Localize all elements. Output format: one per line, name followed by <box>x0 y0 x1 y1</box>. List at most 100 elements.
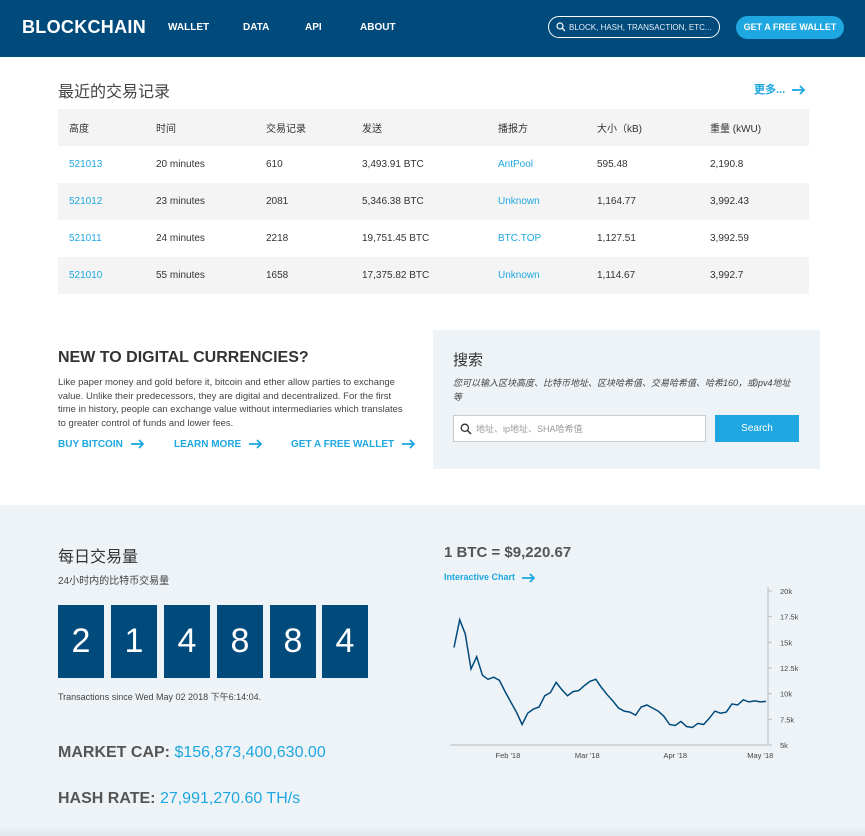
counter-digit: 8 <box>270 605 316 678</box>
block-time: 23 minutes <box>145 183 255 220</box>
col-relayed-by: 播报方 <box>487 109 586 146</box>
nav-api[interactable]: API <box>305 22 322 33</box>
search-icon <box>460 423 472 435</box>
col-height: 高度 <box>58 109 145 146</box>
nav-search-input[interactable] <box>569 20 714 34</box>
counter-digit: 4 <box>322 605 368 678</box>
arrow-right-icon <box>521 572 535 583</box>
get-free-wallet-link[interactable]: GET A FREE WALLET <box>291 439 416 450</box>
search-panel-description: 您可以输入区块高度、比特币地址、区块哈希值、交易哈希值、哈希160，或ipv4地… <box>453 378 791 402</box>
footer-edge <box>0 826 865 836</box>
search-input[interactable] <box>476 421 701 436</box>
x-tick-label: May '18 <box>747 751 773 760</box>
block-tx-count: 1658 <box>255 257 351 294</box>
market-cap: MARKET CAP: $156,873,400,630.00 <box>58 744 326 762</box>
table-row: 521011 24 minutes 2218 19,751.45 BTC BTC… <box>58 220 809 257</box>
block-weight: 3,992.43 <box>699 183 809 220</box>
recent-blocks-title: 最近的交易记录 <box>58 84 171 101</box>
counter-digit: 4 <box>164 605 210 678</box>
col-sent: 发送 <box>351 109 487 146</box>
block-time: 55 minutes <box>145 257 255 294</box>
nav-search-box[interactable] <box>548 16 720 38</box>
block-relayed-by-link[interactable]: Unknown <box>487 183 586 220</box>
y-tick-label: 10k <box>780 690 792 699</box>
intro-title: NEW TO DIGITAL CURRENCIES? <box>58 349 309 366</box>
search-field[interactable] <box>453 415 706 442</box>
arrow-right-icon <box>401 439 416 449</box>
blockchain-logo[interactable]: BLOCKCHAIN <box>22 17 146 38</box>
nav-wallet[interactable]: WALLET <box>168 22 209 33</box>
nav-data[interactable]: DATA <box>243 22 269 33</box>
table-header-row: 高度 时间 交易记录 发送 播报方 大小（kB) 重量 (kWU) <box>58 109 809 146</box>
col-size: 大小（kB) <box>586 109 699 146</box>
block-size: 595.48 <box>597 159 628 170</box>
price-series-line <box>453 617 767 729</box>
arrow-right-icon <box>249 439 263 449</box>
block-weight: 2,190.8 <box>710 159 744 170</box>
y-tick-label: 17.5k <box>780 613 799 622</box>
y-tick-label: 7.5k <box>780 715 794 724</box>
block-size: 1,114.67 <box>586 257 699 294</box>
col-weight: 重量 (kWU) <box>699 109 809 146</box>
block-sent: 19,751.45 BTC <box>362 233 430 244</box>
table-row: 521013 20 minutes 610 3,493.91 BTC AntPo… <box>58 146 809 183</box>
col-transactions: 交易记录 <box>255 109 351 146</box>
x-tick-label: Feb '18 <box>495 751 520 760</box>
hash-rate-label: HASH RATE: <box>58 790 156 807</box>
block-height-link[interactable]: 521010 <box>58 257 145 294</box>
y-tick-label: 20k <box>780 587 792 596</box>
block-tx-count: 2218 <box>266 233 289 244</box>
block-height-link[interactable]: 521012 <box>58 183 145 220</box>
counter-digit: 1 <box>111 605 157 678</box>
learn-more-link[interactable]: LEARN MORE <box>174 439 263 450</box>
search-panel-title: 搜索 <box>453 352 484 369</box>
block-time: 24 minutes <box>156 233 205 244</box>
y-tick-label: 12.5k <box>780 664 799 673</box>
block-tx-count: 610 <box>266 159 283 170</box>
counter-digit: 8 <box>217 605 263 678</box>
block-tx-count: 2081 <box>255 183 351 220</box>
table-row: 521012 23 minutes 2081 5,346.38 BTC Unkn… <box>58 183 809 220</box>
block-height-link[interactable]: 521013 <box>58 146 145 183</box>
buy-bitcoin-label: BUY BITCOIN <box>58 439 123 450</box>
block-relayed-by-link[interactable]: BTC.TOP <box>487 220 586 257</box>
daily-transactions-subtitle: 24小时内的比特币交易量 <box>58 576 170 587</box>
more-label: 更多... <box>754 84 786 96</box>
block-size: 1,164.77 <box>586 183 699 220</box>
counter-digit: 2 <box>58 605 104 678</box>
market-cap-value: $156,873,400,630.00 <box>174 744 326 761</box>
transactions-since: Transactions since Wed May 02 2018 下午6:1… <box>58 692 262 702</box>
btc-price: 1 BTC = $9,220.67 <box>444 544 572 561</box>
block-weight: 3,992.59 <box>710 233 749 244</box>
hash-rate: HASH RATE: 27,991,270.60 TH/s <box>58 790 300 808</box>
daily-transactions-title: 每日交易量 <box>58 549 139 566</box>
recent-blocks-table: 高度 时间 交易记录 发送 播报方 大小（kB) 重量 (kWU) 521013… <box>58 109 809 294</box>
buy-bitcoin-link[interactable]: BUY BITCOIN <box>58 439 145 450</box>
interactive-chart-link[interactable]: Interactive Chart <box>444 572 536 583</box>
hash-rate-value: 27,991,270.60 TH/s <box>159 790 301 807</box>
learn-more-label: LEARN MORE <box>174 439 242 450</box>
more-blocks-link[interactable]: 更多... <box>754 81 806 97</box>
get-free-wallet-button[interactable]: GET A FREE WALLET <box>736 16 844 39</box>
block-height-link[interactable]: 521011 <box>58 220 145 257</box>
block-weight: 3,992.7 <box>699 257 809 294</box>
top-nav: BLOCKCHAIN WALLET DATA API ABOUT GET A F… <box>0 0 865 57</box>
block-size: 1,127.51 <box>597 233 636 244</box>
block-sent: 3,493.91 BTC <box>362 159 424 170</box>
nav-about[interactable]: ABOUT <box>360 22 396 33</box>
block-sent: 17,375.82 BTC <box>351 257 487 294</box>
block-relayed-by-link[interactable]: Unknown <box>487 257 586 294</box>
search-icon <box>556 22 566 32</box>
x-tick-label: Mar '18 <box>575 751 600 760</box>
x-tick-label: Apr '18 <box>663 751 687 760</box>
y-tick-label: 15k <box>780 638 792 647</box>
market-cap-label: MARKET CAP: <box>58 744 170 761</box>
block-sent: 5,346.38 BTC <box>351 183 487 220</box>
table-row: 521010 55 minutes 1658 17,375.82 BTC Unk… <box>58 257 809 294</box>
search-button[interactable]: Search <box>715 415 799 442</box>
arrow-right-icon <box>792 85 806 95</box>
arrow-right-icon <box>130 439 144 449</box>
block-relayed-by-link[interactable]: AntPool <box>487 146 586 183</box>
btc-price-chart[interactable]: 5k 7.5k 10k 12.5k 15k 17.5k 20k Feb '18 Mar '18… <box>440 585 820 765</box>
y-tick-label: 5k <box>780 741 788 750</box>
